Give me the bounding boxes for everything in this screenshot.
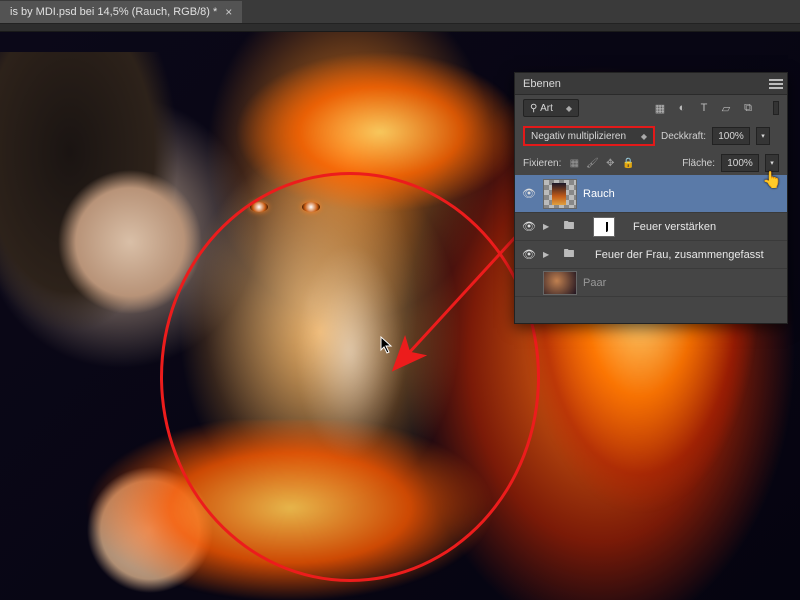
filter-shape-icon[interactable]: ▱	[717, 99, 735, 117]
blend-mode-select[interactable]: Negativ multiplizieren ◆	[525, 128, 653, 144]
layer-name[interactable]: Feuer verstärken	[633, 221, 716, 233]
layer-filter-row: ⚲ Art ◆ ▦ ◐ T ▱ ⧉	[515, 95, 787, 121]
layer-name[interactable]: Rauch	[583, 188, 615, 200]
filter-smart-icon[interactable]: ⧉	[739, 99, 757, 117]
opacity-label: Deckkraft:	[661, 131, 706, 142]
visibility-toggle[interactable]: 👁	[521, 220, 537, 233]
layer-thumb[interactable]	[543, 271, 577, 295]
fill-input[interactable]: 100%	[721, 154, 759, 172]
chevron-icon: ◆	[566, 104, 572, 113]
blend-opacity-row: Negativ multiplizieren ◆ Deckkraft: 100%…	[515, 121, 787, 151]
filter-type-label: Art	[540, 103, 553, 114]
panel-title: Ebenen	[523, 78, 561, 90]
document-tab-title: is by MDI.psd bei 14,5% (Rauch, RGB/8) *	[10, 6, 217, 18]
filter-toggle[interactable]	[773, 101, 779, 115]
filter-adjustment-icon[interactable]: ◐	[673, 99, 691, 117]
folder-icon: 🖿	[561, 248, 577, 262]
visibility-toggle[interactable]: 👁	[521, 248, 537, 261]
blend-mode-highlight: Negativ multiplizieren ◆	[523, 126, 655, 146]
folder-icon: 🖿	[561, 220, 577, 234]
filter-type-select[interactable]: ⚲ Art ◆	[523, 99, 579, 117]
layer-list: 👁 Rauch 👁 ▶ 🖿 Feuer verstärken 👁 ▶ 🖿 Feu…	[515, 175, 787, 297]
layer-mask-thumb[interactable]	[593, 217, 615, 237]
layer-name[interactable]: Feuer der Frau, zusammengefasst	[595, 249, 764, 261]
chevron-icon: ◆	[641, 132, 647, 141]
disclosure-icon[interactable]: ▶	[543, 250, 555, 259]
document-tab-bar: is by MDI.psd bei 14,5% (Rauch, RGB/8) *…	[0, 0, 800, 24]
layer-name[interactable]: Paar	[583, 277, 606, 289]
layer-row[interactable]: Paar	[515, 269, 787, 297]
lock-position-icon[interactable]: ✥	[603, 156, 617, 170]
opacity-input[interactable]: 100%	[712, 127, 750, 145]
options-bar-strip	[0, 24, 800, 32]
opacity-dropdown[interactable]: ▾	[756, 127, 770, 145]
blend-mode-value: Negativ multiplizieren	[531, 131, 626, 142]
layer-row[interactable]: 👁 Rauch	[515, 175, 787, 213]
hand-cursor-icon: 👆	[762, 170, 782, 190]
disclosure-icon[interactable]: ▶	[543, 222, 555, 231]
lock-all-icon[interactable]: 🔒	[621, 156, 635, 170]
fill-label: Fläche:	[682, 158, 715, 169]
lock-fill-row: Fixieren: ▦ 🖌 ✥ 🔒 Fläche: 100% ▾	[515, 151, 787, 175]
lock-paint-icon[interactable]: 🖌	[585, 156, 599, 170]
panel-menu-icon[interactable]	[769, 77, 783, 91]
layers-panel: Ebenen ⚲ Art ◆ ▦ ◐ T ▱ ⧉ Negativ multipl…	[514, 72, 788, 324]
layer-row[interactable]: 👁 ▶ 🖿 Feuer verstärken	[515, 213, 787, 241]
lock-transparency-icon[interactable]: ▦	[567, 156, 581, 170]
document-tab[interactable]: is by MDI.psd bei 14,5% (Rauch, RGB/8) *…	[0, 1, 242, 23]
panel-header[interactable]: Ebenen	[515, 73, 787, 95]
lock-label: Fixieren:	[523, 158, 561, 169]
layer-row[interactable]: 👁 ▶ 🖿 Feuer der Frau, zusammengefasst	[515, 241, 787, 269]
close-icon[interactable]: ×	[225, 5, 232, 19]
mouse-cursor-icon	[380, 336, 394, 354]
filter-type-icon[interactable]: T	[695, 99, 713, 117]
annotation-ellipse	[160, 172, 540, 582]
visibility-toggle[interactable]: 👁	[521, 187, 537, 200]
filter-image-icon[interactable]: ▦	[651, 99, 669, 117]
layer-thumb[interactable]	[543, 179, 577, 209]
